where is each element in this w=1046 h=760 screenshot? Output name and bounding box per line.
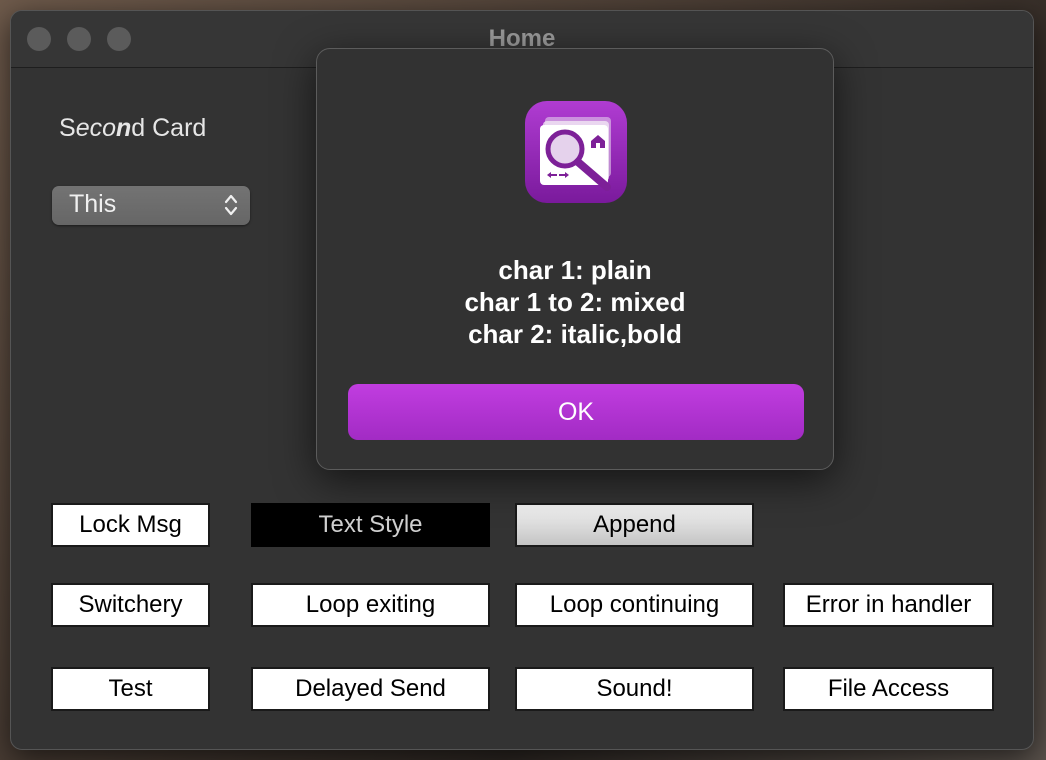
card-title: Second Card — [59, 114, 206, 143]
dialog-message: char 1: plain char 1 to 2: mixed char 2:… — [317, 254, 833, 350]
append-button[interactable]: Append — [515, 503, 754, 547]
lock-msg-button[interactable]: Lock Msg — [51, 503, 210, 547]
loop-continuing-button[interactable]: Loop continuing — [515, 583, 754, 627]
delayed-send-button[interactable]: Delayed Send — [251, 667, 490, 711]
text-style-button[interactable]: Text Style — [251, 503, 490, 547]
test-button[interactable]: Test — [51, 667, 210, 711]
card-title-segment-rest: d Card — [131, 114, 207, 142]
popup-menu[interactable]: This — [52, 186, 250, 225]
loop-exiting-button[interactable]: Loop exiting — [251, 583, 490, 627]
card-title-segment-plain: S — [59, 114, 76, 142]
sound-button[interactable]: Sound! — [515, 667, 754, 711]
card-title-segment-italic-bold: n — [116, 114, 132, 142]
card-title-segment-italic: eco — [75, 114, 116, 142]
dialog-message-line: char 2: italic,bold — [468, 319, 682, 349]
chevron-updown-icon — [224, 194, 238, 216]
dialog-message-line: char 1 to 2: mixed — [464, 287, 686, 317]
popup-menu-value: This — [69, 190, 117, 218]
ok-button[interactable]: OK — [348, 384, 804, 440]
alert-dialog: char 1: plain char 1 to 2: mixed char 2:… — [316, 48, 834, 470]
dialog-message-line: char 1: plain — [498, 255, 652, 285]
app-magnifier-icon — [525, 101, 627, 203]
file-access-button[interactable]: File Access — [783, 667, 994, 711]
error-in-handler-button[interactable]: Error in handler — [783, 583, 994, 627]
switchery-button[interactable]: Switchery — [51, 583, 210, 627]
